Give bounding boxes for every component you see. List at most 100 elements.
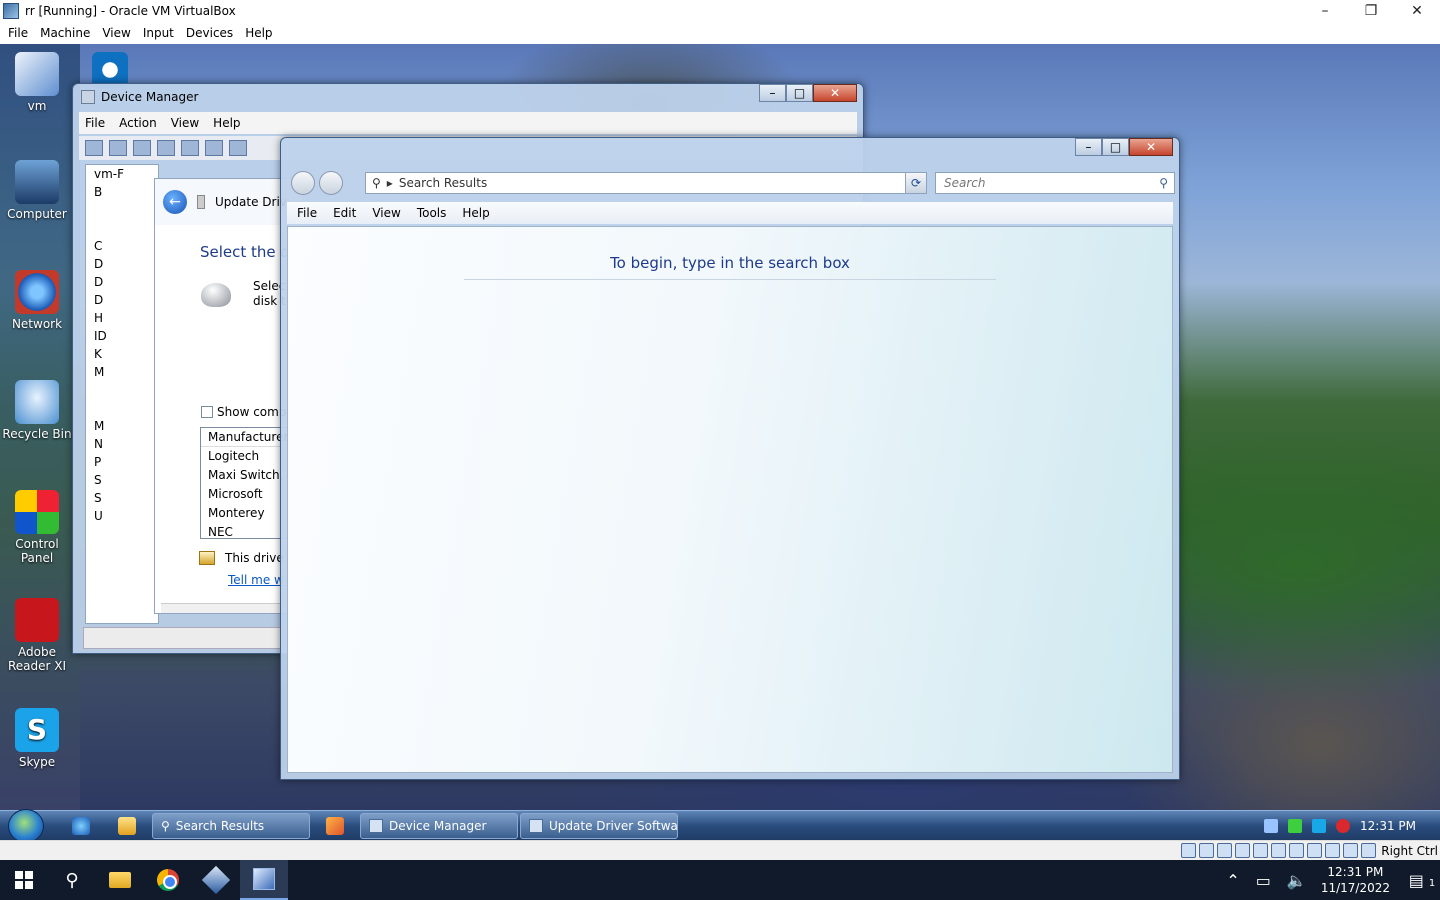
menu-devices[interactable]: Devices <box>182 26 241 40</box>
menu-file[interactable]: File <box>85 116 105 130</box>
tree-item[interactable]: P <box>86 453 158 471</box>
desktop-icon-adobe-reader[interactable]: Adobe Reader XI <box>0 598 74 673</box>
taskbar-button-search-results[interactable]: ⚲ Search Results <box>152 813 310 839</box>
close-button[interactable]: ✕ <box>813 84 857 102</box>
menu-help[interactable]: Help <box>213 116 240 130</box>
minimize-button[interactable]: – <box>1075 138 1102 156</box>
tree-item[interactable]: S <box>86 471 158 489</box>
taskbar-button-update-driver[interactable]: Update Driver Softwa... <box>520 813 678 839</box>
start-orb-icon[interactable] <box>8 809 44 840</box>
tree-item[interactable]: B <box>86 183 158 201</box>
audio-icon[interactable] <box>1217 843 1233 858</box>
desktop-icon-recycle-bin[interactable]: Recycle Bin <box>0 380 74 441</box>
tray-security-icon[interactable] <box>1336 819 1350 833</box>
tree-item[interactable]: D <box>86 255 158 273</box>
menu-input[interactable]: Input <box>139 26 182 40</box>
menu-view[interactable]: View <box>98 26 138 40</box>
show-compatible-checkbox[interactable]: Show comp <box>201 405 286 419</box>
chevron-up-icon[interactable]: ⌃ <box>1226 871 1239 890</box>
chrome-button[interactable] <box>144 860 192 900</box>
mouse-integration-icon[interactable] <box>1343 843 1359 858</box>
properties-icon[interactable] <box>157 140 175 156</box>
tree-item[interactable]: M <box>86 363 158 381</box>
tree-item[interactable]: S <box>86 489 158 507</box>
menu-view[interactable]: View <box>368 206 404 220</box>
minimize-button[interactable]: – <box>1302 0 1348 22</box>
desktop-icon-control-panel[interactable]: Control Panel <box>0 490 74 565</box>
scan-hardware-icon[interactable] <box>229 140 247 156</box>
network-adapter-icon[interactable] <box>1235 843 1251 858</box>
menu-help[interactable]: Help <box>241 26 280 40</box>
menu-machine[interactable]: Machine <box>36 26 98 40</box>
forward-icon[interactable] <box>109 140 127 156</box>
menu-file[interactable]: File <box>4 26 36 40</box>
desktop-icon-skype[interactable]: S Skype <box>0 708 74 769</box>
tree-item[interactable]: C <box>86 237 158 255</box>
minimize-button[interactable]: – <box>759 84 786 102</box>
tray-display-icon[interactable] <box>1312 819 1326 833</box>
restore-button[interactable]: ❐ <box>1348 0 1394 22</box>
menu-help[interactable]: Help <box>458 206 493 220</box>
menu-edit[interactable]: Edit <box>329 206 360 220</box>
paint-icon[interactable] <box>326 817 344 835</box>
menu-file[interactable]: File <box>293 206 321 220</box>
keyboard-icon[interactable] <box>1361 843 1377 858</box>
search-input[interactable]: Search ⚲ <box>935 172 1175 194</box>
optical-drive-icon[interactable] <box>1199 843 1215 858</box>
action-center-button[interactable]: ▤ 1 <box>1404 871 1440 890</box>
tree-item[interactable] <box>86 201 158 219</box>
display-icon[interactable] <box>1289 843 1305 858</box>
back-button[interactable] <box>291 171 315 195</box>
hard-disk-icon[interactable] <box>1181 843 1197 858</box>
internet-explorer-icon[interactable] <box>72 817 90 835</box>
start-button[interactable] <box>0 860 48 900</box>
cpu-icon[interactable] <box>1325 843 1341 858</box>
desktop-icon-computer[interactable]: Computer <box>0 160 74 221</box>
desktop-icon-vm[interactable]: vm <box>0 52 74 113</box>
back-button[interactable]: ← <box>163 190 187 214</box>
shared-folders-icon[interactable] <box>1271 843 1287 858</box>
forward-button[interactable] <box>319 171 343 195</box>
view-icon[interactable] <box>205 140 223 156</box>
tree-item[interactable]: K <box>86 345 158 363</box>
menu-tools[interactable]: Tools <box>413 206 451 220</box>
usb-icon[interactable] <box>1253 843 1269 858</box>
taskbar-button-device-manager[interactable]: Device Manager <box>360 813 518 839</box>
checkbox-box[interactable] <box>201 406 213 418</box>
recording-icon[interactable] <box>1307 843 1323 858</box>
menu-action[interactable]: Action <box>119 116 157 130</box>
tree-item[interactable]: H <box>86 309 158 327</box>
maximize-button[interactable]: □ <box>1102 138 1129 156</box>
tell-me-why-link[interactable]: Tell me w <box>228 573 284 587</box>
volume-icon[interactable]: 🔈 <box>1287 871 1307 890</box>
virtualbox-manager-button[interactable] <box>192 860 240 900</box>
tree-item[interactable] <box>86 381 158 399</box>
file-explorer-button[interactable] <box>96 860 144 900</box>
tree-item[interactable] <box>86 399 158 417</box>
tray-network-icon[interactable] <box>1264 819 1278 833</box>
address-bar[interactable]: ⚲ ▸ Search Results ▼ <box>365 172 927 194</box>
tree-item[interactable]: D <box>86 273 158 291</box>
close-button[interactable]: ✕ <box>1394 0 1440 22</box>
tree-item[interactable] <box>86 219 158 237</box>
tree-item[interactable]: M <box>86 417 158 435</box>
virtualbox-vm-button[interactable] <box>240 860 288 900</box>
tree-item[interactable]: vm-F <box>86 165 158 183</box>
tree-item[interactable]: U <box>86 507 158 525</box>
maximize-button[interactable]: □ <box>786 84 813 102</box>
guest-clock[interactable]: 12:31 PM <box>1360 819 1416 833</box>
help-icon[interactable] <box>181 140 199 156</box>
media-player-icon[interactable] <box>118 817 136 835</box>
menu-view[interactable]: View <box>171 116 199 130</box>
back-icon[interactable] <box>85 140 103 156</box>
tree-item[interactable]: ID <box>86 327 158 345</box>
desktop-icon-network[interactable]: Network <box>0 270 74 331</box>
search-icon[interactable]: ⚲ <box>1159 173 1168 193</box>
tray-flag-icon[interactable] <box>1288 819 1302 833</box>
network-icon[interactable]: ▭ <box>1256 871 1271 890</box>
host-clock[interactable]: 12:31 PM 11/17/2022 <box>1321 864 1390 896</box>
refresh-button[interactable]: ⟳ <box>905 172 927 194</box>
tree-item[interactable]: N <box>86 435 158 453</box>
tree-item[interactable]: D <box>86 291 158 309</box>
search-button[interactable]: ⚲ <box>48 860 96 900</box>
